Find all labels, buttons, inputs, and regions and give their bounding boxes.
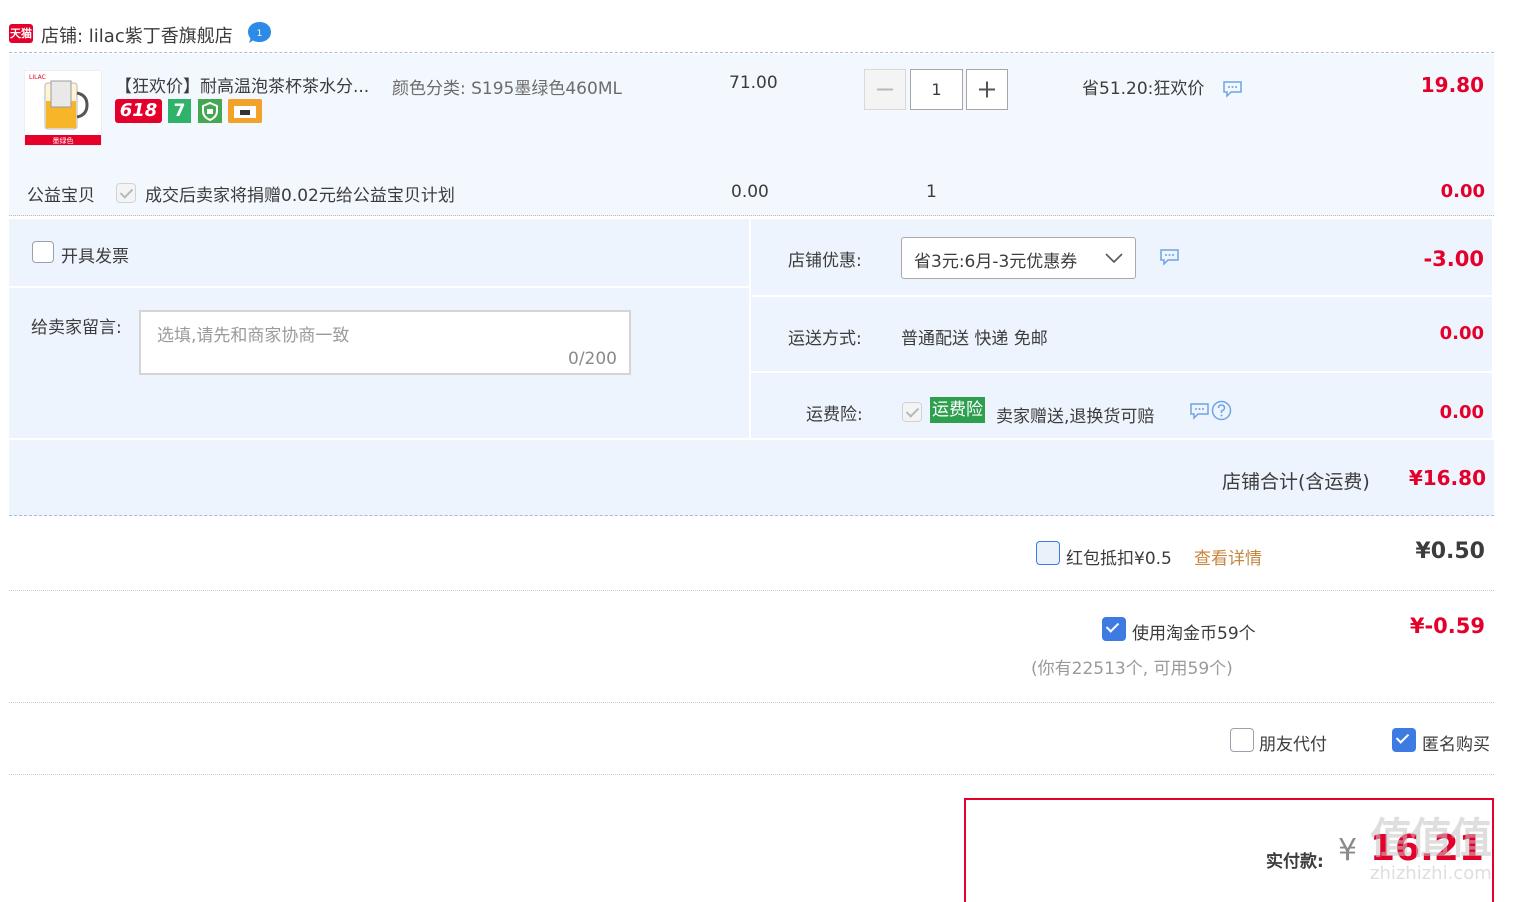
options-right-divider-1 — [751, 295, 1492, 297]
coins-checkbox[interactable] — [1102, 617, 1126, 641]
options-right-divider-2 — [751, 371, 1492, 373]
shop-total-label: 店铺合计(含运费) — [1222, 471, 1370, 493]
red-packet-details-link[interactable]: 查看详情 — [1194, 544, 1262, 569]
card-pay-icon — [228, 99, 262, 123]
item-row-divider — [9, 215, 1494, 216]
friend-pay-checkbox[interactable] — [1230, 728, 1254, 752]
item-sku: 颜色分类: S195墨绿色460ML — [392, 79, 622, 99]
insurance-chat-icon[interactable] — [1189, 402, 1210, 425]
red-packet-label[interactable]: 红包抵扣¥0.5 — [1066, 544, 1172, 569]
red-packet-checkbox[interactable] — [1036, 541, 1060, 565]
anonymous-checkbox[interactable] — [1392, 728, 1416, 752]
quantity-input[interactable]: 1 — [910, 69, 963, 110]
watermark-url: zhizhizhi.com — [1370, 863, 1492, 884]
message-textarea[interactable]: 选填,请先和商家协商一致 0/200 — [139, 310, 631, 375]
coins-divider — [9, 702, 1494, 703]
charity-text: 成交后卖家将捐赠0.02元给公益宝贝计划 — [145, 186, 455, 206]
red-packet-divider — [9, 590, 1494, 591]
actual-payment-currency: ¥ — [1338, 833, 1358, 868]
shop-discount-label: 店铺优惠: — [788, 251, 862, 271]
shipping-amount: 0.00 — [1439, 323, 1484, 344]
charity-label: 公益宝贝 — [27, 186, 95, 206]
coins-label[interactable]: 使用淘金币59个 — [1132, 619, 1256, 644]
insurance-label: 运费险: — [806, 405, 863, 425]
charity-subtotal: 0.00 — [1440, 181, 1485, 202]
promo-chat-icon[interactable] — [1222, 80, 1243, 103]
watermark: 值值值 zhizhizhi.com — [1370, 814, 1492, 885]
insurance-amount: 0.00 — [1439, 402, 1484, 423]
guarantee-icon — [198, 99, 222, 123]
insurance-tag: 运费险 — [930, 397, 985, 423]
item-title[interactable]: 【狂欢价】耐高温泡茶杯茶水分... — [115, 72, 369, 97]
message-counter: 0/200 — [568, 349, 617, 369]
insurance-checkbox — [902, 402, 922, 422]
anonymous-label[interactable]: 匿名购买 — [1422, 730, 1490, 755]
shop-discount-value: 省3元:6月-3元优惠券 — [914, 252, 1078, 272]
options-left-divider — [9, 286, 749, 288]
charity-price: 0.00 — [731, 182, 769, 202]
tmall-badge: 天猫 — [9, 24, 33, 43]
message-placeholder: 选填,请先和商家协商一致 — [157, 326, 350, 346]
charity-checkbox — [116, 183, 136, 203]
quantity-decrease-button[interactable] — [864, 69, 906, 110]
discount-chat-icon[interactable] — [1159, 248, 1180, 271]
actual-payment-label: 实付款: — [1266, 852, 1324, 872]
shipping-label: 运送方式: — [788, 329, 862, 349]
coins-note: (你有22513个, 可用59个) — [1031, 659, 1233, 679]
options-divider — [9, 774, 1494, 775]
charity-quantity: 1 — [926, 182, 937, 202]
wangwang-count: 1 — [257, 29, 263, 39]
shop-header-divider — [9, 52, 1494, 53]
watermark-logo: 值值值 — [1370, 814, 1492, 863]
svg-text:LILAC: LILAC — [29, 74, 46, 81]
message-label: 给卖家留言: — [31, 318, 122, 338]
item-promo: 省51.20:狂欢价 — [1082, 79, 1205, 99]
red-packet-amount: ¥0.50 — [1415, 539, 1485, 564]
invoice-checkbox[interactable] — [32, 241, 54, 263]
chevron-down-icon — [1104, 250, 1124, 271]
coins-amount: ¥-0.59 — [1409, 614, 1485, 638]
shop-total-amount: ¥16.80 — [1408, 466, 1486, 490]
badge-618: 618 — [115, 99, 162, 123]
badge-7day-return: 7 — [168, 99, 191, 123]
wangwang-icon[interactable]: 1 — [247, 20, 272, 45]
shop-discount-select[interactable]: 省3元:6月-3元优惠券 — [901, 237, 1136, 279]
shipping-value: 普通配送 快递 免邮 — [901, 329, 1048, 349]
item-subtotal: 19.80 — [1420, 73, 1484, 97]
item-thumbnail[interactable]: LILAC 墨绿色 — [24, 70, 102, 146]
item-price: 71.00 — [729, 73, 778, 93]
friend-pay-label[interactable]: 朋友代付 — [1259, 730, 1327, 755]
help-icon[interactable] — [1211, 400, 1232, 426]
svg-text:墨绿色: 墨绿色 — [53, 136, 74, 145]
invoice-label[interactable]: 开具发票 — [61, 242, 129, 267]
quantity-increase-button[interactable] — [966, 69, 1008, 110]
shop-discount-amount: -3.00 — [1423, 247, 1484, 271]
insurance-text: 卖家赠送,退换货可赔 — [996, 407, 1155, 427]
shop-name[interactable]: 店铺: lilac紫丁香旗舰店 — [41, 22, 233, 48]
